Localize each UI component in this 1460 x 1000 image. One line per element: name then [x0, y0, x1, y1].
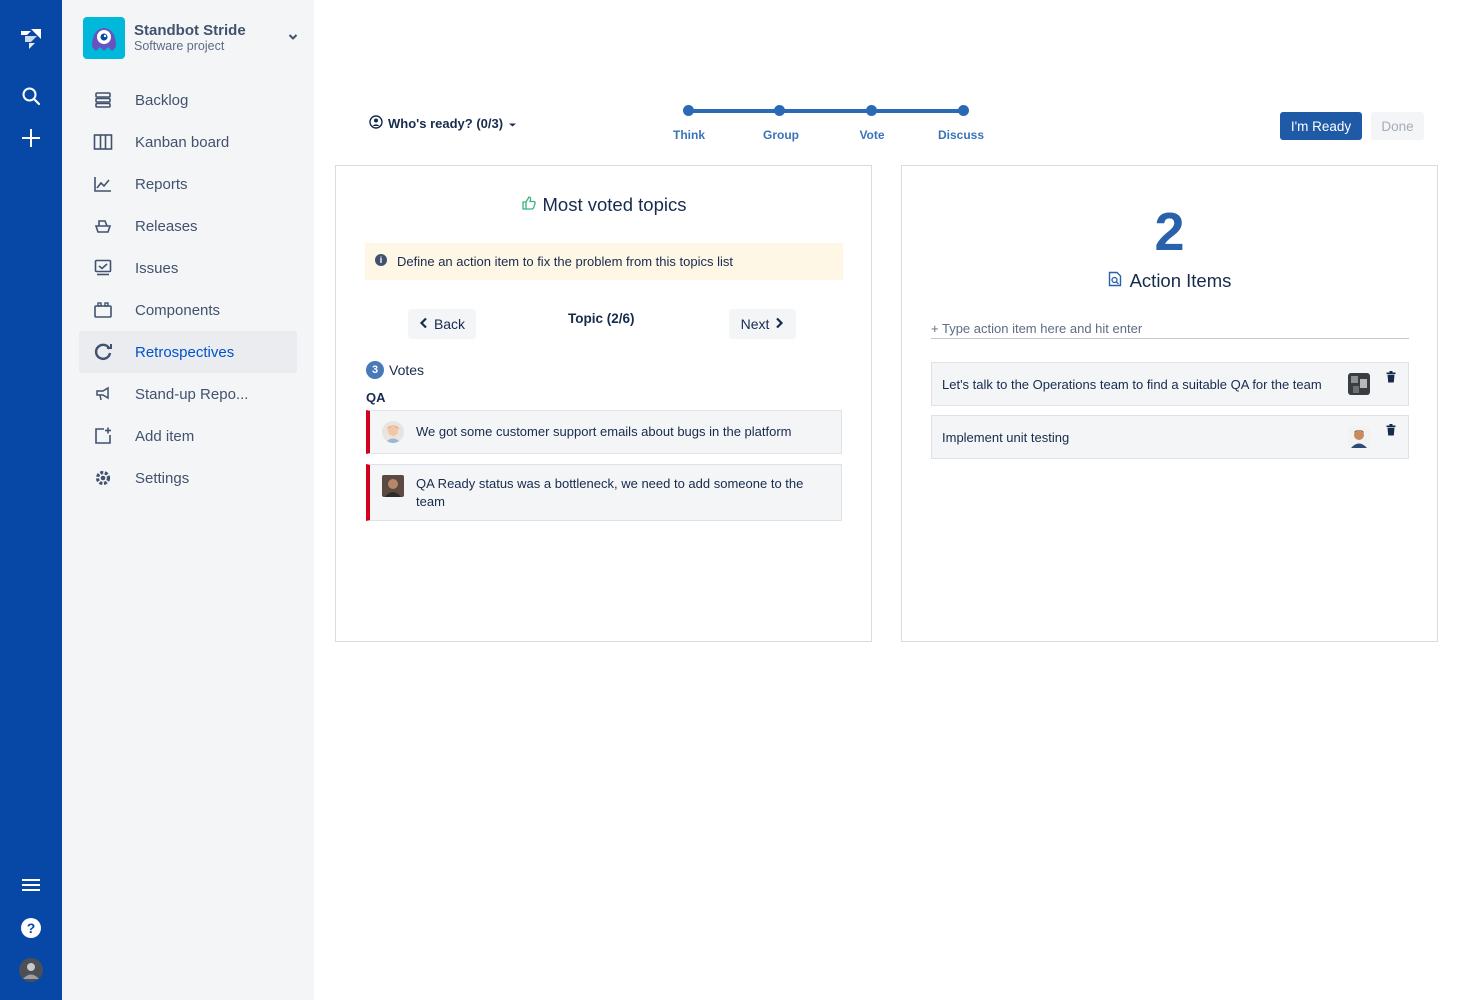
- next-button[interactable]: Next: [729, 309, 796, 339]
- action-item-text: Let's talk to the Operations team to fin…: [942, 376, 1322, 392]
- releases-icon: [93, 216, 113, 236]
- next-label: Next: [740, 316, 770, 332]
- project-sidebar: Standbot Stride Software project Backlog…: [62, 0, 314, 1000]
- retrospectives-icon: [93, 342, 113, 362]
- sidebar-item-kanban-board[interactable]: Kanban board: [79, 121, 297, 163]
- topic-group-name: QA: [366, 390, 386, 405]
- action-item[interactable]: Implement unit testing: [931, 415, 1409, 459]
- action-items-count: 2: [1154, 202, 1185, 262]
- sidebar-item-backlog[interactable]: Backlog: [79, 79, 297, 121]
- create-plus-icon[interactable]: [0, 126, 62, 150]
- step-dot-discuss: [958, 105, 969, 116]
- done-button[interactable]: Done: [1371, 112, 1424, 140]
- project-switcher[interactable]: Standbot Stride Software project: [83, 17, 303, 59]
- sidebar-item-retrospectives[interactable]: Retrospectives: [79, 331, 297, 373]
- sidebar-item-label: Stand-up Repo...: [135, 385, 249, 403]
- sidebar-item-add-item[interactable]: Add item: [79, 415, 297, 457]
- action-items-panel: 2 Action Items Let's talk to the Operati…: [901, 165, 1438, 642]
- step-dot-group: [774, 105, 785, 116]
- user-avatar: [1348, 373, 1370, 395]
- topics-title-text: Most voted topics: [542, 194, 687, 215]
- vote-count-badge: 3: [366, 361, 384, 379]
- backlog-icon: [93, 90, 113, 110]
- step-think[interactable]: Think: [673, 128, 705, 142]
- sidebar-item-releases[interactable]: Releases: [79, 205, 297, 247]
- sidebar-item-label: Components: [135, 301, 221, 319]
- document-icon: [1108, 270, 1122, 292]
- jira-logo-icon[interactable]: [0, 24, 62, 54]
- topic-card[interactable]: QA Ready status was a bottleneck, we nee…: [366, 464, 842, 521]
- step-group[interactable]: Group: [763, 128, 799, 142]
- user-avatar: [382, 475, 404, 497]
- sidebar-item-label: Issues: [135, 259, 179, 277]
- global-nav: ?: [0, 0, 62, 1000]
- project-type: Software project: [134, 39, 225, 53]
- sidebar-item-label: Kanban board: [135, 133, 230, 151]
- step-vote[interactable]: Vote: [859, 128, 884, 142]
- project-avatar: [83, 17, 125, 59]
- caret-down-icon: [508, 116, 517, 131]
- sidebar-item-standup-reports[interactable]: Stand-up Repo...: [79, 373, 297, 415]
- add-item-icon: [93, 426, 113, 446]
- info-message: i Define an action item to fix the probl…: [365, 243, 843, 280]
- whos-ready-label: Who's ready? (0/3): [388, 116, 504, 131]
- step-discuss[interactable]: Discuss: [938, 128, 984, 142]
- sidebar-item-label: Backlog: [135, 91, 189, 109]
- im-ready-button[interactable]: I'm Ready: [1280, 112, 1362, 140]
- user-circle-icon: [369, 115, 383, 132]
- settings-gear-icon: [93, 468, 113, 488]
- back-button[interactable]: Back: [408, 309, 476, 339]
- retro-progress-line: [688, 109, 963, 113]
- action-items-title: Action Items: [902, 270, 1437, 292]
- user-avatar: [382, 421, 404, 443]
- most-voted-topics-panel: Most voted topics i Define an action ite…: [335, 165, 872, 642]
- sidebar-item-settings[interactable]: Settings: [79, 457, 297, 499]
- user-avatar[interactable]: [0, 957, 62, 983]
- votes-label: Votes: [389, 362, 425, 378]
- action-item-input[interactable]: [931, 319, 1409, 339]
- vote-count: 3 Votes: [366, 361, 424, 379]
- back-label: Back: [433, 316, 466, 332]
- menu-hamburger-icon[interactable]: [0, 874, 62, 896]
- sidebar-item-label: Add item: [135, 427, 195, 445]
- chevron-left-icon: [419, 316, 428, 332]
- step-dot-think: [683, 105, 694, 116]
- topic-card[interactable]: We got some customer support emails abou…: [366, 410, 842, 454]
- topic-counter: Topic (2/6): [568, 311, 635, 326]
- info-message-text: Define an action item to fix the problem…: [397, 254, 733, 269]
- chevron-right-icon: [775, 316, 784, 332]
- sidebar-item-issues[interactable]: Issues: [79, 247, 297, 289]
- sidebar-item-label: Retrospectives: [135, 343, 235, 361]
- step-dot-vote: [866, 105, 877, 116]
- action-item[interactable]: Let's talk to the Operations team to fin…: [931, 362, 1409, 406]
- sidebar-nav: Backlog Kanban board Reports Releases Is…: [79, 79, 297, 499]
- user-avatar: [1348, 426, 1370, 448]
- svg-text:?: ?: [27, 920, 36, 936]
- topics-panel-title: Most voted topics: [336, 194, 871, 216]
- action-items-title-text: Action Items: [1129, 270, 1232, 291]
- reports-icon: [93, 174, 113, 194]
- trash-icon[interactable]: [1384, 424, 1398, 440]
- thumbs-up-icon: [521, 194, 537, 216]
- trash-icon[interactable]: [1384, 371, 1398, 387]
- whos-ready-dropdown[interactable]: Who's ready? (0/3): [369, 115, 517, 132]
- sidebar-item-reports[interactable]: Reports: [79, 163, 297, 205]
- info-icon: i: [375, 254, 387, 266]
- search-icon[interactable]: [0, 84, 62, 108]
- action-item-text: Implement unit testing: [942, 429, 1070, 445]
- kanban-board-icon: [93, 132, 113, 152]
- standup-megaphone-icon: [93, 384, 113, 404]
- sidebar-item-label: Settings: [135, 469, 190, 487]
- sidebar-item-components[interactable]: Components: [79, 289, 297, 331]
- chevron-down-icon[interactable]: [287, 30, 299, 48]
- help-icon[interactable]: ?: [0, 916, 62, 940]
- issues-icon: [93, 258, 113, 278]
- sidebar-item-label: Releases: [135, 217, 198, 235]
- project-name: Standbot Stride: [134, 22, 246, 39]
- components-icon: [93, 300, 113, 320]
- topic-card-text: QA Ready status was a bottleneck, we nee…: [416, 476, 804, 509]
- sidebar-item-label: Reports: [135, 175, 188, 193]
- topic-card-text: We got some customer support emails abou…: [416, 424, 792, 439]
